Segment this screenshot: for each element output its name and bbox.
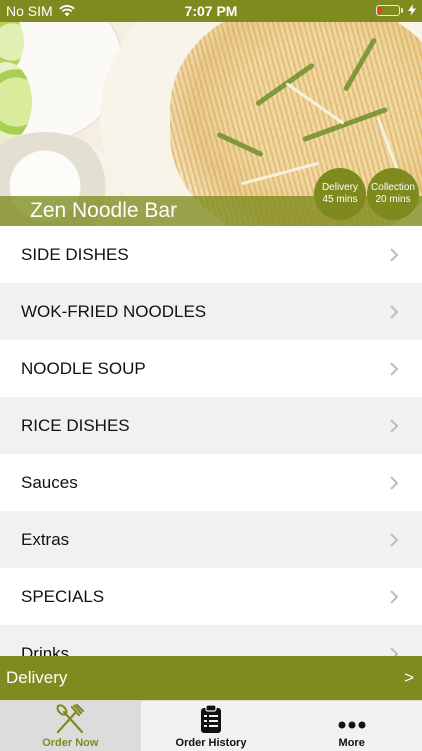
menu-item-specials[interactable]: SPECIALS xyxy=(0,568,422,625)
menu-item-label: Extras xyxy=(21,529,70,549)
menu-item-drinks[interactable]: Drinks xyxy=(0,625,422,656)
menu-item-extras[interactable]: Extras xyxy=(0,511,422,568)
chevron-right-icon xyxy=(390,475,399,490)
fork-knife-icon xyxy=(56,704,85,734)
delivery-mode-label: Delivery xyxy=(6,668,68,687)
menu-item-wok-fried-noodles[interactable]: WOK-FRIED NOODLES xyxy=(0,283,422,340)
menu-item-label: Drinks xyxy=(21,643,70,657)
menu-item-label: SIDE DISHES xyxy=(21,244,129,264)
menu-item-noodle-soup[interactable]: NOODLE SOUP xyxy=(0,340,422,397)
delivery-time-badge: Delivery 45 mins xyxy=(314,168,366,220)
restaurant-name: Zen Noodle Bar xyxy=(30,199,178,222)
collection-badge-label: Collection xyxy=(371,182,415,193)
collection-badge-time: 20 mins xyxy=(375,194,411,205)
tab-order-now[interactable]: Order Now xyxy=(0,701,141,751)
chevron-right-icon xyxy=(390,646,399,656)
status-bar: No SIM 7:07 PM xyxy=(0,0,422,22)
chevron-right-icon xyxy=(390,418,399,433)
menu-item-side-dishes[interactable]: SIDE DISHES xyxy=(0,226,422,283)
chevron-right-icon xyxy=(390,361,399,376)
delivery-mode-bar[interactable]: Delivery > xyxy=(0,656,422,700)
menu-item-label: RICE DISHES xyxy=(21,415,130,435)
tab-label: Order History xyxy=(175,737,247,749)
more-dots-icon xyxy=(338,721,366,729)
tab-label: More xyxy=(338,737,365,749)
battery-icon xyxy=(376,4,403,16)
menu-item-label: Sauces xyxy=(21,472,78,492)
menu-item-label: SPECIALS xyxy=(21,586,105,606)
bottom-tab-bar: Order Now Order History More xyxy=(0,700,422,751)
menu-category-list[interactable]: SIDE DISHES WOK-FRIED NOODLES NOODLE SOU… xyxy=(0,226,422,656)
delivery-badge-label: Delivery xyxy=(321,182,359,193)
menu-item-rice-dishes[interactable]: RICE DISHES xyxy=(0,397,422,454)
menu-item-label: WOK-FRIED NOODLES xyxy=(21,301,207,321)
status-time: 7:07 PM xyxy=(184,3,238,19)
chevron-right-icon xyxy=(390,589,399,604)
chevron-right-icon xyxy=(390,304,399,319)
delivery-arrow-icon: > xyxy=(404,668,414,687)
delivery-badge-time: 45 mins xyxy=(322,194,358,205)
hero-banner: Zen Noodle Bar Delivery 45 mins Collecti… xyxy=(0,22,422,226)
charging-bolt-icon xyxy=(408,4,416,16)
chevron-right-icon xyxy=(390,247,399,262)
menu-item-label: NOODLE SOUP xyxy=(21,358,146,378)
chevron-right-icon xyxy=(390,532,399,547)
collection-time-badge: Collection 20 mins xyxy=(367,168,419,220)
status-right xyxy=(376,4,416,16)
menu-item-sauces[interactable]: Sauces xyxy=(0,454,422,511)
tab-more[interactable]: More xyxy=(281,701,422,751)
tab-order-history[interactable]: Order History xyxy=(141,701,282,751)
tab-label: Order Now xyxy=(42,737,99,749)
clipboard-icon xyxy=(201,704,221,733)
